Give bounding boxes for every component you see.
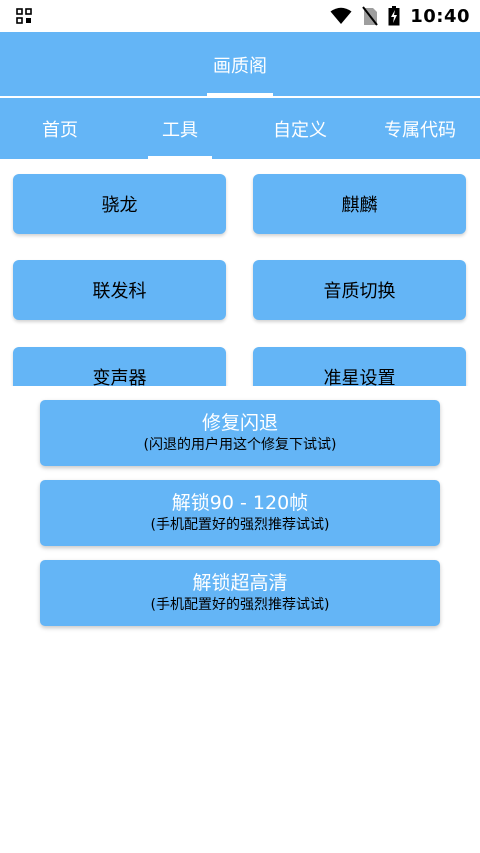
fix-crash-title: 修复闪退: [201, 412, 278, 434]
voice-changer-button[interactable]: 变声器: [13, 347, 226, 386]
tab-home[interactable]: 首页: [0, 98, 120, 159]
unlock-uhd-button[interactable]: 解锁超高清 (手机配置好的强烈推荐试试): [40, 560, 440, 626]
unlock-uhd-title: 解锁超高清: [192, 572, 288, 594]
unlock-fps-button[interactable]: 解锁90 - 120帧 (手机配置好的强烈推荐试试): [40, 480, 440, 546]
app-title: 画质阁: [213, 56, 267, 77]
snapdragon-button[interactable]: 骁龙: [13, 174, 226, 234]
kirin-button[interactable]: 麒麟: [253, 174, 466, 234]
unlock-uhd-subtitle: (手机配置好的强烈推荐试试): [150, 597, 330, 613]
unlock-fps-title: 解锁90 - 120帧: [171, 492, 309, 514]
tool-grid: 骁龙 麒麟 联发科 音质切换 变声器 准星设置: [0, 159, 480, 386]
title-underline: [207, 93, 273, 96]
tab-bar: 首页 工具 自定义 专属代码: [0, 98, 480, 159]
wifi-icon: [330, 7, 352, 24]
status-time: 10:40: [410, 5, 470, 27]
unlock-fps-subtitle: (手机配置好的强烈推荐试试): [150, 517, 330, 533]
tab-exclusive-code[interactable]: 专属代码: [360, 98, 480, 159]
audio-switch-button[interactable]: 音质切换: [253, 260, 466, 320]
app-bar: 画质阁: [0, 32, 480, 96]
no-sim-icon: [362, 6, 378, 26]
mediatek-button[interactable]: 联发科: [13, 260, 226, 320]
status-bar: 10:40: [0, 0, 480, 32]
fix-crash-subtitle: (闪退的用户用这个修复下试试): [143, 437, 337, 453]
battery-charging-icon: [388, 6, 400, 26]
grid-notification-icon: [16, 8, 32, 24]
tab-tools[interactable]: 工具: [120, 98, 240, 159]
fix-crash-button[interactable]: 修复闪退 (闪退的用户用这个修复下试试): [40, 400, 440, 466]
tab-custom[interactable]: 自定义: [240, 98, 360, 159]
crosshair-settings-button[interactable]: 准星设置: [253, 347, 466, 386]
